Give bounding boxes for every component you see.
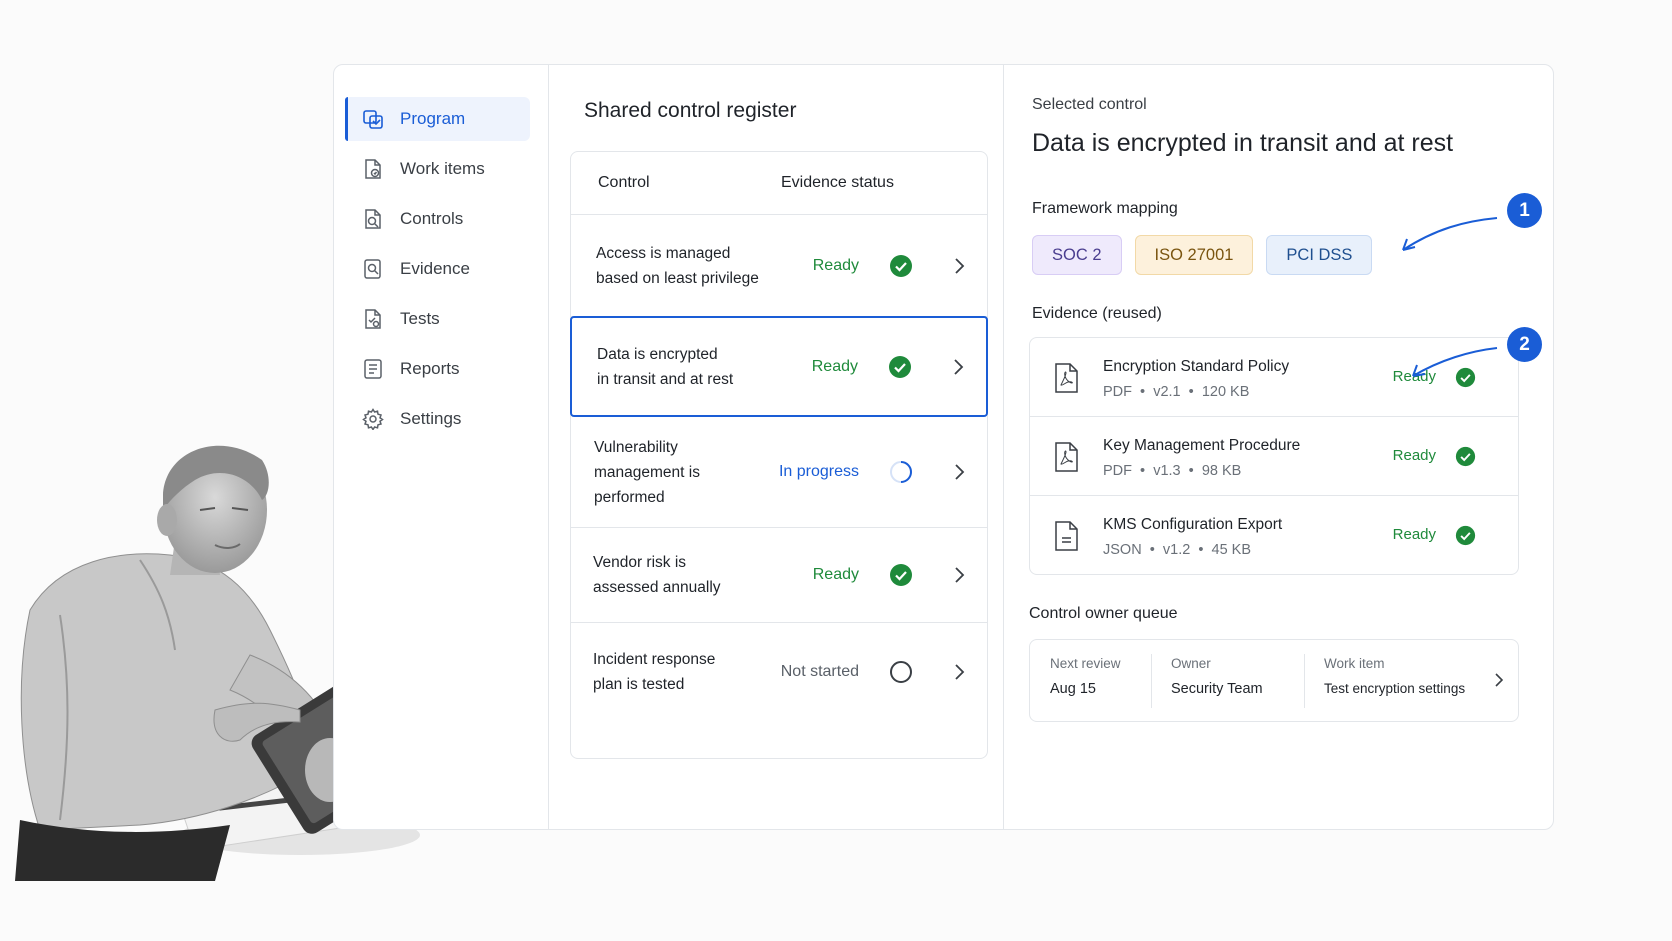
- table-row[interactable]: Incident response plan is tested Not star…: [571, 623, 987, 721]
- owner-cell: Owner Security Team: [1171, 656, 1263, 697]
- sidebar-item-program[interactable]: Program: [345, 97, 530, 141]
- table-row[interactable]: Vulnerability management is performed In p…: [571, 417, 987, 528]
- control-name: Incident response plan is tested: [593, 651, 716, 693]
- sidebar-item-label: Tests: [400, 309, 440, 328]
- controls-icon: [362, 208, 384, 230]
- framework-mapping-label: Framework mapping: [1032, 200, 1178, 217]
- divider: [1304, 654, 1305, 708]
- table-row[interactable]: Access is managed based on least privileg…: [571, 215, 987, 317]
- reports-icon: [362, 358, 384, 380]
- framework-chip-pci-dss[interactable]: PCI DSS: [1266, 235, 1373, 275]
- evidence-name: KMS Configuration Export: [1103, 516, 1283, 533]
- check-circle-icon: [889, 355, 911, 378]
- sidebar-item-label: Work items: [400, 159, 485, 178]
- status-text: Not started: [780, 663, 859, 680]
- sidebar-item-reports[interactable]: Reports: [345, 347, 530, 391]
- sidebar-item-work-items[interactable]: Work items: [345, 147, 530, 191]
- sidebar-item-label: Settings: [400, 409, 462, 428]
- table-header: Control Evidence status: [571, 152, 987, 215]
- framework-chip-soc2[interactable]: SOC 2: [1032, 235, 1122, 275]
- sidebar-item-controls[interactable]: Controls: [345, 197, 530, 241]
- list-item[interactable]: KMS Configuration Export JSON • v1.2 • 4…: [1030, 496, 1518, 575]
- sidebar-item-settings[interactable]: Settings: [345, 397, 530, 441]
- evidence-reused-label: Evidence (reused): [1032, 305, 1162, 322]
- chevron-right-icon[interactable]: [1494, 672, 1504, 688]
- table-row[interactable]: Vendor risk is assessed annually Ready: [571, 528, 987, 623]
- control-name: Vendor risk is assessed annually: [593, 554, 721, 596]
- annotation-arrow-2: [1412, 347, 1498, 377]
- work-item-cell: Work item Test encryption settings: [1324, 656, 1466, 696]
- selected-control-panel: Selected control Data is encrypted in tr…: [1004, 65, 1553, 829]
- annotation-badge-1: 1: [1507, 193, 1542, 228]
- next-review-cell: Next review Aug 15: [1050, 656, 1121, 697]
- chevron-right-icon[interactable]: [953, 663, 965, 681]
- sidebar-item-tests[interactable]: Tests: [345, 297, 530, 341]
- list-item[interactable]: Key Management Procedure PDF • v1.3 • 98…: [1030, 417, 1518, 496]
- evidence-meta: PDF • v2.1 • 120 KB: [1103, 384, 1250, 400]
- check-circle-icon: [1455, 446, 1476, 467]
- check-circle-icon: [890, 564, 912, 586]
- sidebar-item-label: Evidence: [400, 259, 470, 278]
- check-circle-icon: [890, 254, 912, 277]
- program-icon: [362, 108, 384, 130]
- work-items-icon: [362, 158, 384, 180]
- control-name: Vulnerability management is performed: [594, 438, 700, 506]
- empty-circle-icon: [890, 661, 912, 683]
- divider: [1151, 654, 1152, 708]
- chevron-right-icon[interactable]: [952, 358, 964, 376]
- selected-control-title: Data is encrypted in transit and at rest: [1032, 129, 1454, 157]
- framework-chip-iso27001[interactable]: ISO 27001: [1134, 235, 1254, 275]
- progress-spinner-icon: [890, 461, 912, 483]
- status-text: In progress: [778, 463, 859, 480]
- chevron-right-icon[interactable]: [953, 463, 965, 481]
- sidebar-item-label: Program: [400, 109, 466, 128]
- status-text: Ready: [812, 566, 859, 583]
- evidence-icon: [362, 258, 384, 280]
- column-header-control: Control: [598, 174, 650, 191]
- status-text: Ready: [1392, 526, 1436, 543]
- register-title: Shared control register: [584, 99, 797, 122]
- status-text: Ready: [1392, 447, 1436, 464]
- column-header-evidence-status: Evidence status: [781, 174, 894, 191]
- control-name: Data is encrypted in transit and at rest: [597, 345, 734, 388]
- control-name: Access is managed based on least privileg…: [596, 244, 759, 287]
- table-row-selected[interactable]: Data is encrypted in transit and at rest …: [570, 316, 988, 417]
- control-register-panel: Shared control register Control Evidence…: [549, 65, 1003, 829]
- json-file-icon: [1055, 521, 1078, 551]
- control-owner-queue-label: Control owner queue: [1029, 605, 1178, 622]
- chevron-right-icon[interactable]: [953, 257, 965, 275]
- framework-chips: SOC 2 ISO 27001 PCI DSS: [1032, 235, 1373, 275]
- annotation-arrow-1: [1402, 217, 1498, 251]
- evidence-meta: JSON • v1.2 • 45 KB: [1103, 542, 1251, 558]
- sidebar-item-label: Controls: [400, 209, 464, 228]
- status-text: Ready: [812, 256, 859, 274]
- sidebar-item-evidence[interactable]: Evidence: [345, 247, 530, 291]
- chevron-right-icon[interactable]: [953, 566, 965, 584]
- sidebar-item-label: Reports: [400, 359, 460, 378]
- sidebar-nav: Program Work items Controls Evidence Tes…: [334, 65, 548, 829]
- app-window: Program Work items Controls Evidence Tes…: [333, 64, 1554, 830]
- gear-icon: [362, 408, 384, 430]
- status-text: Ready: [811, 357, 858, 375]
- pdf-file-icon: [1055, 363, 1078, 393]
- annotation-badge-2: 2: [1507, 327, 1542, 362]
- evidence-meta: PDF • v1.3 • 98 KB: [1103, 463, 1242, 479]
- check-circle-icon: [1455, 525, 1476, 546]
- selected-control-label: Selected control: [1032, 96, 1147, 113]
- control-register-table: Control Evidence status Access is manage…: [570, 151, 988, 759]
- tests-icon: [362, 308, 384, 330]
- control-owner-queue[interactable]: Next review Aug 15 Owner Security Team W…: [1029, 639, 1519, 722]
- pdf-file-icon: [1055, 442, 1078, 472]
- evidence-name: Key Management Procedure: [1103, 437, 1301, 454]
- evidence-name: Encryption Standard Policy: [1103, 358, 1290, 375]
